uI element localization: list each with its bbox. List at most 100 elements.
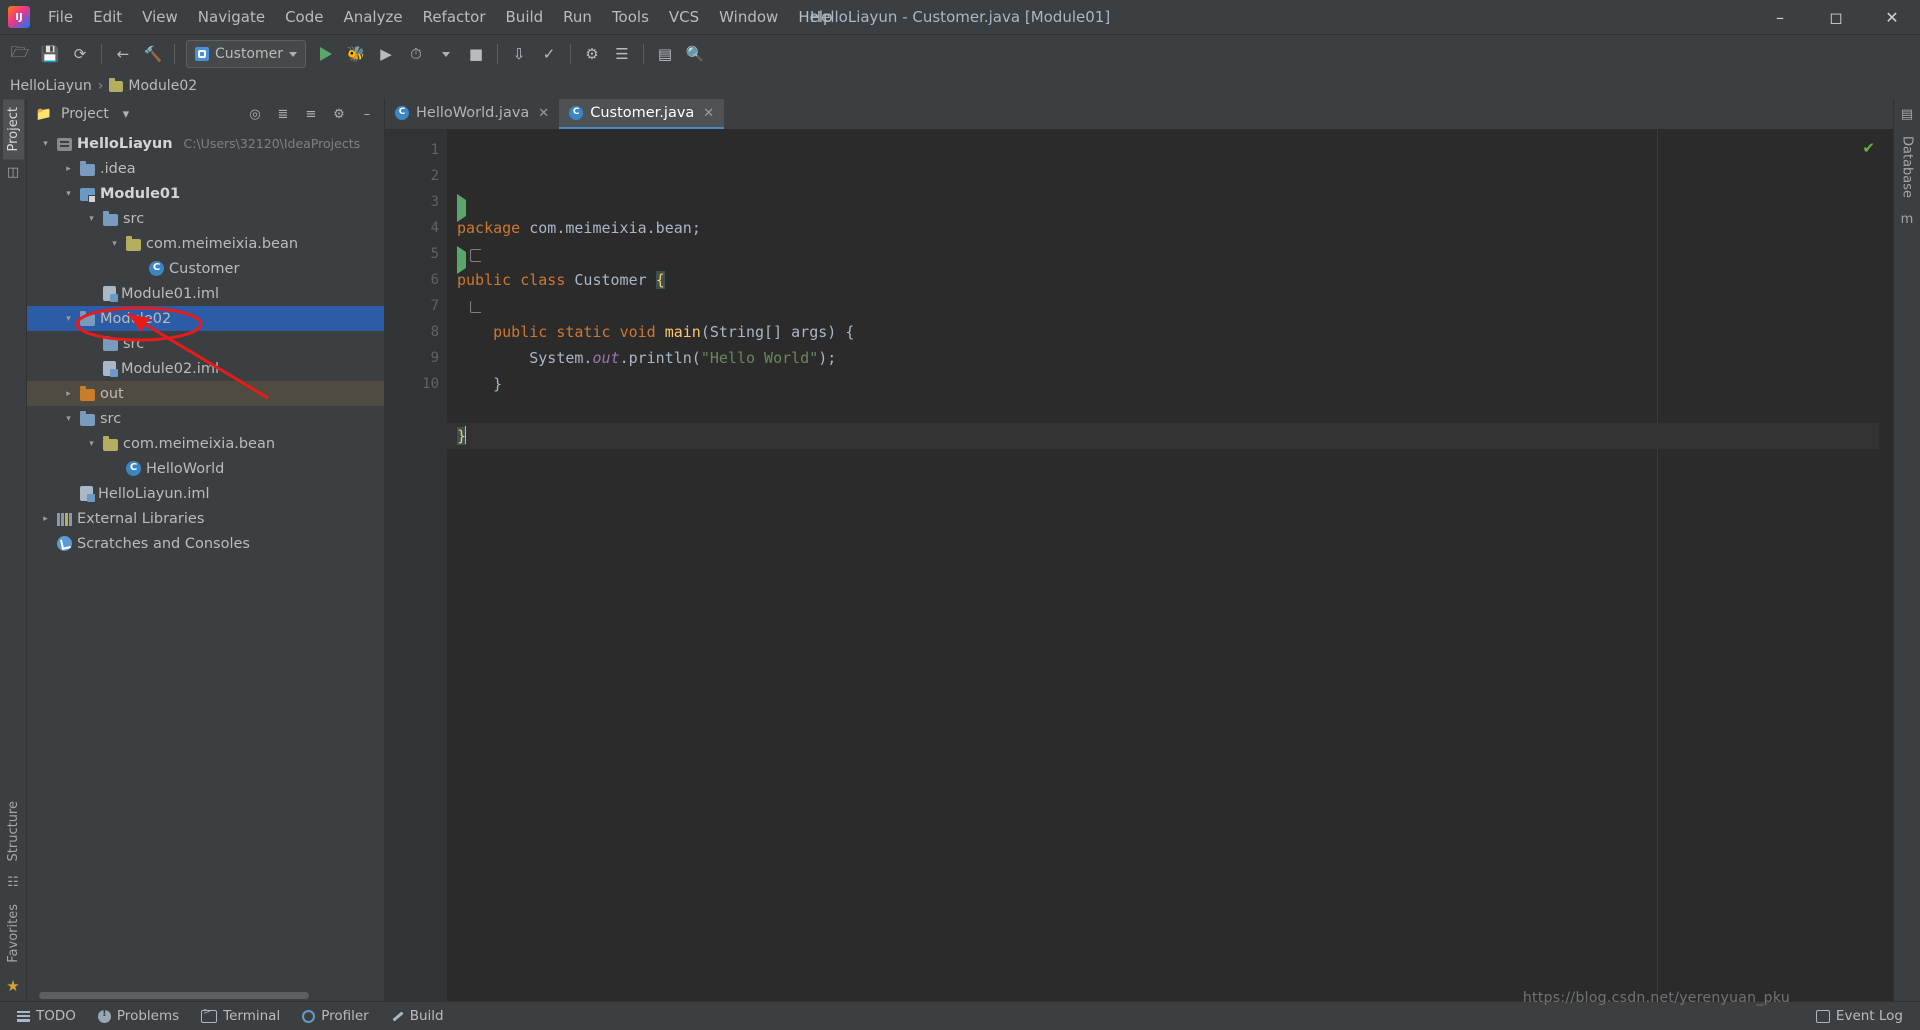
tree-item-customer[interactable]: Customer bbox=[27, 256, 384, 281]
status-build[interactable]: Build bbox=[382, 1005, 453, 1027]
menu-edit[interactable]: Edit bbox=[83, 3, 132, 31]
rail-tab-project[interactable]: Project bbox=[2, 99, 24, 160]
update-project-icon[interactable]: ⇩ bbox=[505, 40, 533, 68]
chevron-down-icon[interactable]: ▾ bbox=[115, 103, 137, 125]
chevron-down-icon[interactable]: ▾ bbox=[85, 212, 98, 225]
save-all-icon[interactable]: 💾 bbox=[36, 40, 64, 68]
tab-customer-java[interactable]: Customer.java ✕ bbox=[559, 99, 725, 129]
tree-item-helloworld[interactable]: HelloWorld bbox=[27, 456, 384, 481]
hide-panel-icon[interactable]: – bbox=[356, 103, 378, 125]
expand-all-icon[interactable]: ≣ bbox=[272, 103, 294, 125]
chevron-right-icon[interactable]: ▸ bbox=[62, 387, 75, 400]
collapse-all-icon[interactable]: ≡ bbox=[300, 103, 322, 125]
menu-analyze[interactable]: Analyze bbox=[333, 3, 412, 31]
close-tab-icon[interactable]: ✕ bbox=[538, 106, 549, 121]
editor-gutter[interactable]: 1 2 3 4 5 6 7 8 9 10 bbox=[385, 129, 481, 1001]
chevron-down-icon[interactable] bbox=[432, 40, 460, 68]
status-problems[interactable]: Problems bbox=[89, 1005, 188, 1027]
inspection-status-icon[interactable]: ✔ bbox=[1862, 139, 1875, 157]
menu-refactor[interactable]: Refactor bbox=[413, 3, 496, 31]
tree-item-helloliayun[interactable]: ▾ HelloLiayun C:\Users\32120\IdeaProjects bbox=[27, 131, 384, 156]
menu-navigate[interactable]: Navigate bbox=[188, 3, 275, 31]
rail-tab-structure[interactable]: Structure bbox=[3, 793, 24, 869]
commit-icon[interactable]: ✓ bbox=[535, 40, 563, 68]
chevron-down-icon[interactable]: ▾ bbox=[62, 187, 75, 200]
project-tree[interactable]: ▾ HelloLiayun C:\Users\32120\IdeaProjects ▸… bbox=[27, 129, 384, 989]
debug-icon[interactable]: 🐝 bbox=[342, 40, 370, 68]
tree-item-module01-iml[interactable]: Module01.iml bbox=[27, 281, 384, 306]
code-content[interactable]: package com.meimeixia.bean; public class… bbox=[447, 129, 1879, 1001]
panel-settings-icon[interactable]: ⚙ bbox=[328, 103, 350, 125]
stop-icon[interactable]: ■ bbox=[462, 40, 490, 68]
menu-view[interactable]: View bbox=[132, 3, 188, 31]
tab-helloworld-java[interactable]: HelloWorld.java ✕ bbox=[385, 99, 559, 129]
tree-item-scratches-and-consoles[interactable]: Scratches and Consoles bbox=[27, 531, 384, 556]
tree-item-src[interactable]: ▾ src bbox=[27, 406, 384, 431]
navigate-back-icon[interactable]: ← bbox=[109, 40, 137, 68]
menu-run[interactable]: Run bbox=[553, 3, 602, 31]
open-folder-icon[interactable]: 🗁 bbox=[6, 40, 34, 68]
menu-code[interactable]: Code bbox=[275, 3, 333, 31]
chevron-down-icon[interactable]: ▾ bbox=[39, 137, 52, 150]
maximize-button[interactable]: ◻ bbox=[1808, 0, 1864, 34]
close-button[interactable]: ✕ bbox=[1864, 0, 1920, 34]
run-with-coverage-icon[interactable]: ▶ bbox=[372, 40, 400, 68]
project-tree-hscrollbar[interactable] bbox=[27, 989, 384, 1001]
status-todo[interactable]: TODO bbox=[8, 1005, 85, 1027]
menu-window[interactable]: Window bbox=[709, 3, 788, 31]
structure-icon[interactable]: ☰ bbox=[608, 40, 636, 68]
build-hammer-icon[interactable]: 🔨 bbox=[139, 40, 167, 68]
run-configuration-selector[interactable]: Customer bbox=[186, 40, 307, 68]
chevron-down-icon[interactable]: ▾ bbox=[85, 437, 98, 450]
menu-build[interactable]: Build bbox=[496, 3, 554, 31]
breadcrumb-project[interactable]: HelloLiayun bbox=[10, 78, 92, 94]
settings-gear-icon[interactable]: ⚙ bbox=[578, 40, 606, 68]
tree-item-module01[interactable]: ▾ Module01 bbox=[27, 181, 384, 206]
star-icon[interactable]: ★ bbox=[6, 977, 19, 995]
minimize-button[interactable]: – bbox=[1752, 0, 1808, 34]
status-profiler[interactable]: Profiler bbox=[293, 1005, 378, 1027]
search-everywhere-icon[interactable]: 🔍 bbox=[681, 40, 709, 68]
menu-tools[interactable]: Tools bbox=[602, 3, 659, 31]
layout-icon[interactable]: ▤ bbox=[651, 40, 679, 68]
tree-item-external-libraries[interactable]: ▸ External Libraries bbox=[27, 506, 384, 531]
close-tab-icon[interactable]: ✕ bbox=[703, 106, 714, 121]
project-icon bbox=[57, 137, 72, 151]
tree-item-src[interactable]: src bbox=[27, 331, 384, 356]
status-event-log[interactable]: Event Log bbox=[1807, 1005, 1912, 1027]
tree-item-helloliayun-iml[interactable]: HelloLiayun.iml bbox=[27, 481, 384, 506]
tree-item-com-meimeixia-bean[interactable]: ▾ com.meimeixia.bean bbox=[27, 431, 384, 456]
rail-tab-database[interactable]: Database bbox=[1897, 128, 1918, 206]
code-token: (String[] args) { bbox=[700, 323, 855, 341]
maven-icon[interactable]: m bbox=[1901, 212, 1914, 227]
tree-item-module02-iml[interactable]: Module02.iml bbox=[27, 356, 384, 381]
structure-rail-icon[interactable]: ☷ bbox=[7, 875, 19, 890]
scrollbar-thumb[interactable] bbox=[39, 992, 309, 999]
select-opened-file-icon[interactable]: ◎ bbox=[244, 103, 266, 125]
status-terminal[interactable]: Terminal bbox=[192, 1005, 289, 1027]
run-icon[interactable] bbox=[312, 40, 340, 68]
tree-item-idea[interactable]: ▸ .idea bbox=[27, 156, 384, 181]
chevron-right-icon[interactable]: ▸ bbox=[62, 162, 75, 175]
chevron-down-icon[interactable]: ▾ bbox=[62, 312, 75, 325]
tree-item-com-meimeixia-bean[interactable]: ▾ com.meimeixia.bean bbox=[27, 231, 384, 256]
tree-item-src[interactable]: ▾ src bbox=[27, 206, 384, 231]
editor-scrollbar[interactable] bbox=[1879, 129, 1893, 1001]
module-rail-icon[interactable]: ◫ bbox=[7, 165, 19, 180]
todo-icon bbox=[17, 1010, 30, 1022]
profile-icon[interactable]: ⏱ bbox=[402, 40, 430, 68]
synchronize-icon[interactable]: ⟳ bbox=[66, 40, 94, 68]
tree-item-module02[interactable]: ▾ Module02 bbox=[27, 306, 384, 331]
chevron-down-icon[interactable]: ▾ bbox=[108, 237, 121, 250]
database-rail-icon[interactable]: ▤ bbox=[1901, 107, 1913, 122]
menu-vcs[interactable]: VCS bbox=[659, 3, 709, 31]
rail-tab-favorites[interactable]: Favorites bbox=[3, 896, 24, 971]
menu-help[interactable]: Help bbox=[788, 3, 842, 31]
chevron-down-icon[interactable]: ▾ bbox=[62, 412, 75, 425]
chevron-right-icon[interactable]: ▸ bbox=[39, 512, 52, 525]
run-config-class-icon bbox=[195, 47, 209, 61]
breadcrumb-module[interactable]: Module02 bbox=[109, 77, 197, 94]
gutter-line-1: 1 bbox=[385, 137, 447, 163]
tree-item-out[interactable]: ▸ out bbox=[27, 381, 384, 406]
menu-file[interactable]: File bbox=[38, 3, 83, 31]
